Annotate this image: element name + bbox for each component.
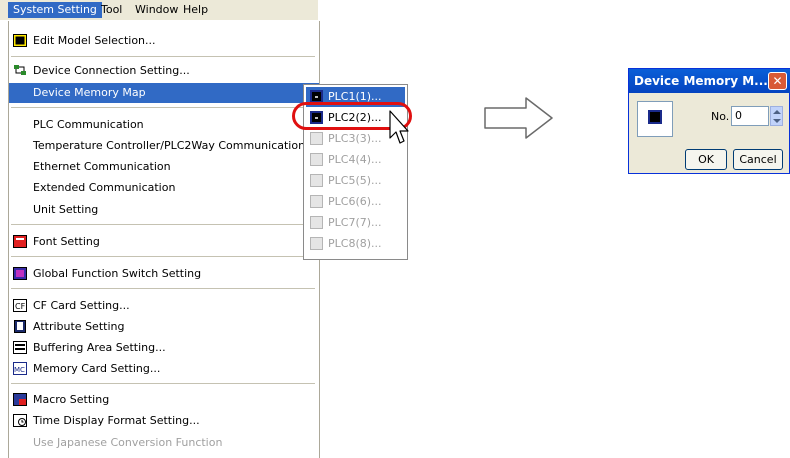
- model-icon: [13, 34, 27, 47]
- menu-item-edit-model-selection[interactable]: Edit Model Selection...: [9, 31, 319, 51]
- menu-item-time-display-format[interactable]: Time Display Format Setting...: [9, 411, 319, 431]
- close-button[interactable]: ✕: [768, 72, 787, 90]
- plc-screen-icon: [637, 101, 673, 137]
- flow-arrow-icon: [484, 97, 553, 139]
- svg-text:CF: CF: [15, 302, 26, 311]
- menu-separator: [11, 56, 315, 57]
- menu-help[interactable]: Help: [178, 2, 213, 18]
- menu-separator: [11, 107, 315, 108]
- submenu-item-plc4: PLC4(4)...: [306, 150, 405, 170]
- menu-item-cf-card-setting[interactable]: CF CF Card Setting...: [9, 296, 319, 316]
- menu-separator: [11, 224, 315, 225]
- close-icon: ✕: [772, 74, 783, 88]
- cancel-button[interactable]: Cancel: [733, 149, 783, 170]
- macro-icon: [13, 393, 27, 406]
- spin-down-icon[interactable]: [773, 119, 781, 123]
- plc-icon: [310, 237, 323, 250]
- menu-item-attribute-setting[interactable]: Attribute Setting: [9, 317, 319, 337]
- cf-card-icon: CF: [13, 299, 27, 312]
- menu-separator: [11, 256, 315, 257]
- global-function-icon: [13, 267, 27, 280]
- svg-text:MC: MC: [14, 366, 25, 374]
- plc-icon: [310, 174, 323, 187]
- menu-bar: System Setting Tool Window Help: [0, 0, 318, 20]
- ok-button[interactable]: OK: [685, 149, 727, 170]
- menu-item-ethernet-communication[interactable]: Ethernet Communication: [9, 157, 319, 177]
- menu-window[interactable]: Window: [130, 2, 183, 18]
- menu-tool[interactable]: Tool: [96, 2, 127, 18]
- menu-separator: [11, 383, 315, 384]
- submenu-item-plc5: PLC5(5)...: [306, 171, 405, 191]
- menu-item-device-connection-setting[interactable]: Device Connection Setting...: [9, 61, 319, 81]
- menu-item-device-memory-map[interactable]: Device Memory Map: [9, 83, 319, 103]
- menu-system-setting[interactable]: System Setting: [8, 2, 102, 18]
- menu-item-memory-card-setting[interactable]: MC Memory Card Setting...: [9, 359, 319, 379]
- memory-card-icon: MC: [13, 362, 27, 375]
- dialog-title-bar: Device Memory M... ✕: [629, 69, 790, 93]
- plc-icon: [310, 195, 323, 208]
- dialog-title: Device Memory M...: [634, 74, 768, 88]
- no-label: No.: [711, 110, 730, 123]
- device-connection-icon: [14, 65, 26, 75]
- menu-item-font-setting[interactable]: Font Setting: [9, 232, 319, 252]
- menu-item-macro-setting[interactable]: Macro Setting: [9, 390, 319, 410]
- no-spinner[interactable]: [770, 106, 783, 126]
- plc-icon: [310, 153, 323, 166]
- submenu-item-plc6: PLC6(6)...: [306, 192, 405, 212]
- menu-item-temperature-controller[interactable]: Temperature Controller/PLC2Way Communica…: [9, 136, 319, 156]
- mouse-cursor-icon: [389, 110, 409, 144]
- device-memory-map-dialog: Device Memory M... ✕ No. 0 OK Cancel: [628, 68, 790, 174]
- no-input[interactable]: 0: [731, 106, 769, 126]
- submenu-item-plc7: PLC7(7)...: [306, 213, 405, 233]
- menu-separator: [11, 288, 315, 289]
- plc-icon: [310, 216, 323, 229]
- attribute-icon: [14, 320, 26, 333]
- font-icon: [13, 235, 27, 248]
- menu-item-extended-communication[interactable]: Extended Communication: [9, 178, 319, 198]
- time-display-icon: [13, 414, 27, 427]
- menu-item-global-function-switch[interactable]: Global Function Switch Setting: [9, 264, 319, 284]
- menu-item-buffering-area-setting[interactable]: Buffering Area Setting...: [9, 338, 319, 358]
- submenu-item-plc8: PLC8(8)...: [306, 234, 405, 254]
- spin-up-icon[interactable]: [773, 110, 781, 114]
- plc-icon: [310, 132, 323, 145]
- menu-item-unit-setting[interactable]: Unit Setting: [9, 200, 319, 220]
- menu-item-japanese-conversion: Use Japanese Conversion Function: [33, 436, 223, 449]
- menu-item-plc-communication[interactable]: PLC Communication: [9, 115, 319, 135]
- buffering-icon: [13, 341, 27, 354]
- system-setting-menu: Edit Model Selection... Device Connectio…: [8, 21, 320, 458]
